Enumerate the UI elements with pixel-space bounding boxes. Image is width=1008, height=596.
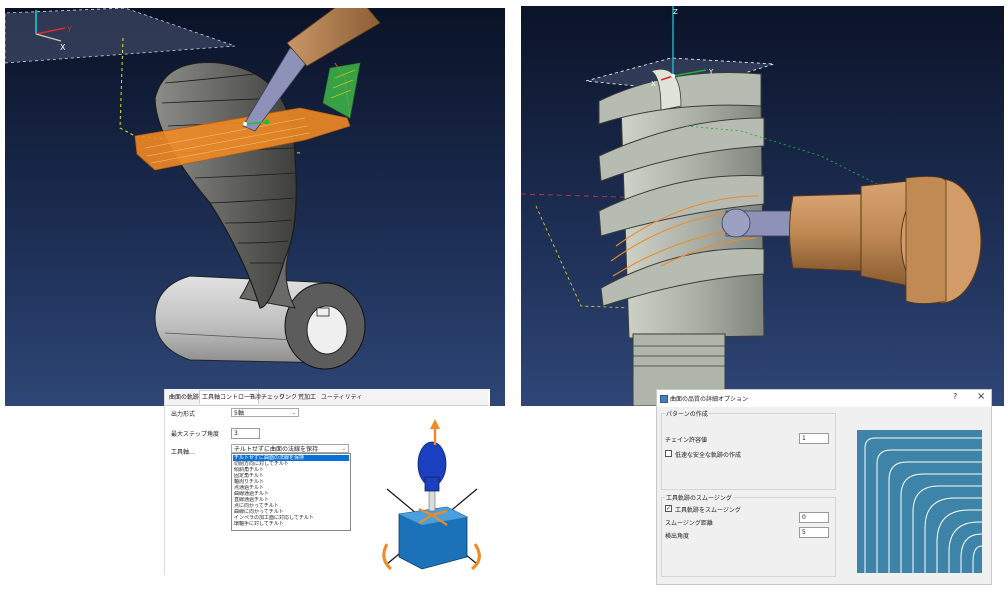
- tab-surface-path[interactable]: 曲面の軌跡: [167, 391, 201, 404]
- dialog-titlebar: 曲面の品質の詳細オプション ? ×: [657, 390, 991, 407]
- tool-axis-selected-value: チルトせずに曲面の法線を保持: [234, 446, 319, 453]
- svg-text:Y: Y: [708, 68, 714, 76]
- preview-contour-lines: [864, 437, 982, 573]
- max-step-angle-input[interactable]: 3: [231, 428, 260, 439]
- surface-quality-options-dialog: 曲面の品質の詳細オプション ? × パターンの作成 チェイン許容値 1 低速な安…: [656, 389, 992, 585]
- detection-angle-input[interactable]: 5: [799, 527, 829, 538]
- screw-machining-scene: Z Y X: [521, 6, 982, 406]
- max-step-angle-label: 最大ステップ角度: [171, 431, 220, 438]
- tool-axis-option-list[interactable]: チルトせずに曲面の法線を保持 切削方向に対してチルト 傾斜角チルト 固定角チルト…: [231, 453, 351, 531]
- dialog-title: 曲面の品質の詳細オプション: [670, 396, 749, 403]
- close-icon[interactable]: ×: [977, 391, 985, 402]
- tool-axis-label: 工具軸…: [171, 449, 196, 456]
- tab-utility[interactable]: ユーティリティ: [319, 391, 364, 404]
- chain-tolerance-input[interactable]: 1: [799, 433, 829, 444]
- output-format-label: 出力形式: [171, 411, 196, 418]
- help-icon[interactable]: ?: [953, 392, 957, 401]
- viewport-right[interactable]: Z Y X: [521, 6, 1004, 406]
- tool-axis-control-panel: 曲面の軌跡 工具軸コントロール 干渉チェック リンク 荒加工 ユーティリティ 出…: [164, 389, 490, 575]
- dropdown-arrow-icon: ⌄: [291, 410, 296, 416]
- output-format-value: 5軸: [234, 410, 244, 417]
- tool-axis-select[interactable]: チルトせずに曲面の法線を保持 ⌄: [231, 444, 349, 453]
- detection-angle-label: 検出角度: [665, 533, 690, 540]
- tool-axis-option[interactable]: 環軸手に対してチルト: [233, 521, 349, 527]
- toolpath-preview: [857, 430, 982, 573]
- checkbox-icon[interactable]: ✓: [665, 505, 672, 512]
- svg-text:X: X: [60, 43, 66, 52]
- axis-triad-icon: Y X: [35, 10, 72, 52]
- svg-text:Z: Z: [673, 8, 678, 16]
- svg-text:X: X: [651, 80, 656, 88]
- output-format-select[interactable]: 5軸 ⌄: [231, 408, 299, 417]
- smooth-toolpath-label: 工具軌跡をスムージング: [675, 507, 741, 514]
- checkbox-icon[interactable]: [665, 450, 672, 457]
- dialog-app-icon: [660, 395, 668, 403]
- impeller-blade-scene: [5, 8, 381, 370]
- smoothing-distance-input[interactable]: 0: [799, 512, 829, 523]
- safe-path-label: 低速な安全な軌跡の作成: [675, 452, 742, 459]
- pattern-group-title: パターンの作成: [665, 409, 709, 418]
- viewport-left[interactable]: Y X: [5, 8, 505, 406]
- chain-tolerance-label: チェイン許容値: [665, 437, 708, 444]
- svg-text:Y: Y: [66, 25, 72, 34]
- smoothing-group-title: 工具軌跡のスムージング: [665, 493, 733, 502]
- tab-bar: 曲面の軌跡 工具軸コントロール 干渉チェック リンク 荒加工 ユーティリティ: [165, 389, 488, 406]
- smoothing-distance-label: スムージング距離: [665, 520, 713, 527]
- tool-axis-illustration-icon: [382, 419, 481, 571]
- tab-roughing[interactable]: 荒加工: [296, 391, 318, 404]
